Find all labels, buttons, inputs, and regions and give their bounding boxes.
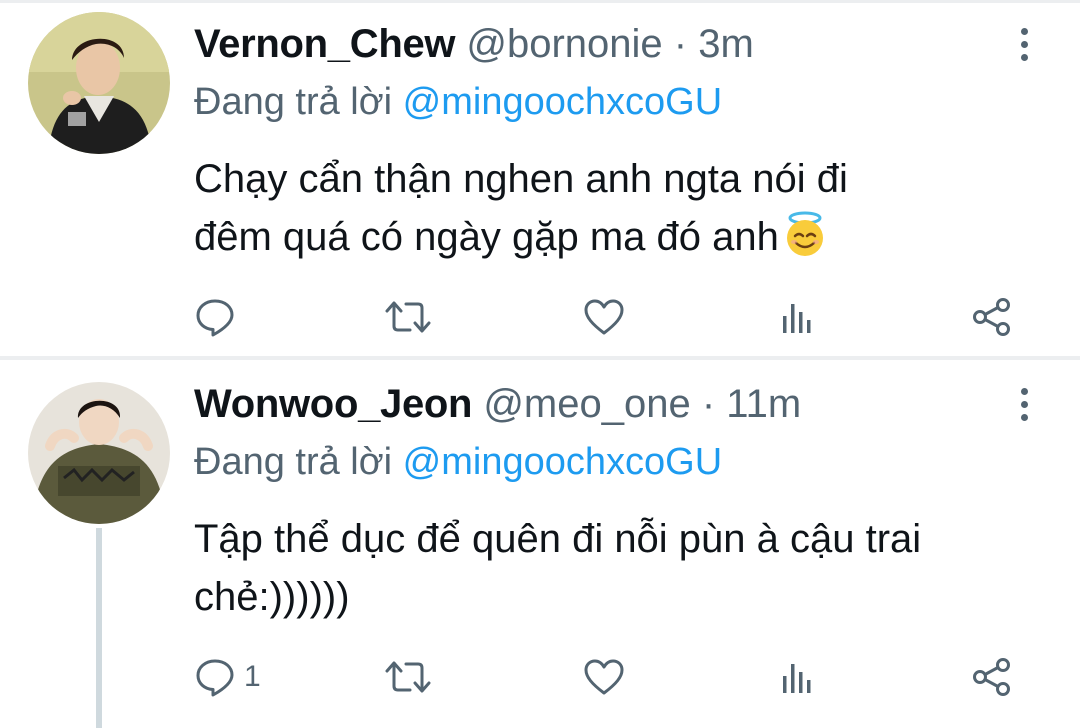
timestamp[interactable]: 11m — [726, 382, 801, 426]
tweet-text-line: đêm quá có ngày gặp ma đó anh — [194, 208, 1054, 266]
replying-to: Đang trả lời @mingoochxcoGU — [194, 440, 722, 484]
more-options-icon[interactable] — [1012, 22, 1036, 66]
retweet-icon — [385, 661, 431, 693]
share-button[interactable] — [970, 652, 1014, 702]
tweet-wonwoo[interactable]: Wonwoo_Jeon @meo_one · 11m Đang trả lời … — [0, 360, 1080, 728]
tweet-text-line: Tập thể dục để quên đi nỗi pùn à cậu tra… — [194, 517, 922, 561]
tweet-actions — [194, 292, 1024, 342]
reply-button[interactable] — [194, 292, 244, 342]
retweet-icon — [385, 301, 431, 333]
replying-to: Đang trả lời @mingoochxcoGU — [194, 80, 722, 124]
replying-to-mention[interactable]: @mingoochxcoGU — [403, 441, 722, 483]
halo-emoji-icon — [781, 210, 829, 258]
user-handle[interactable]: @meo_one — [483, 382, 690, 426]
tweet-header: Vernon_Chew @bornonie · 3m — [194, 22, 754, 66]
views-icon — [783, 304, 811, 333]
like-button[interactable] — [582, 292, 626, 342]
retweet-button[interactable] — [384, 292, 432, 342]
views-icon — [783, 664, 811, 693]
views-button[interactable] — [778, 292, 818, 342]
separator-dot: · — [701, 382, 716, 426]
replying-to-mention[interactable]: @mingoochxcoGU — [403, 81, 722, 123]
tweet-text-segment: đêm quá có ngày gặp ma đó anh — [194, 215, 779, 259]
tweet-vernon[interactable]: Vernon_Chew @bornonie · 3m Đang trả lời … — [0, 0, 1080, 356]
tweet-text-line: chẻ:)))))) — [194, 575, 350, 619]
share-icon — [973, 298, 1010, 336]
like-button[interactable] — [582, 652, 626, 702]
reply-button[interactable]: 1 — [194, 652, 261, 702]
reply-icon — [196, 659, 234, 697]
like-icon — [584, 299, 624, 335]
tweet-header: Wonwoo_Jeon @meo_one · 11m — [194, 382, 801, 426]
tweet-text-line: Chạy cẩn thận nghen anh ngta nói đi — [194, 157, 848, 201]
more-options-icon[interactable] — [1012, 382, 1036, 426]
display-name[interactable]: Wonwoo_Jeon — [194, 382, 472, 426]
thread-line — [96, 528, 102, 728]
share-button[interactable] — [970, 292, 1014, 342]
reply-count: 1 — [244, 660, 261, 693]
views-button[interactable] — [778, 652, 818, 702]
tweet-actions: 1 — [194, 652, 1024, 702]
replying-prefix: Đang trả lời — [194, 441, 393, 483]
separator-dot: · — [673, 22, 688, 66]
retweet-button[interactable] — [384, 652, 432, 702]
timestamp[interactable]: 3m — [698, 22, 754, 66]
replying-prefix: Đang trả lời — [194, 81, 393, 123]
share-icon — [973, 658, 1010, 696]
avatar[interactable] — [28, 12, 170, 154]
display-name[interactable]: Vernon_Chew — [194, 22, 456, 66]
avatar[interactable] — [28, 382, 170, 524]
like-icon — [584, 659, 624, 695]
user-handle[interactable]: @bornonie — [466, 22, 662, 66]
tweet-text: Tập thể dục để quên đi nỗi pùn à cậu tra… — [194, 510, 1054, 626]
tweet-text: Chạy cẩn thận nghen anh ngta nói đi đêm … — [194, 150, 1054, 266]
reply-icon — [196, 299, 234, 337]
